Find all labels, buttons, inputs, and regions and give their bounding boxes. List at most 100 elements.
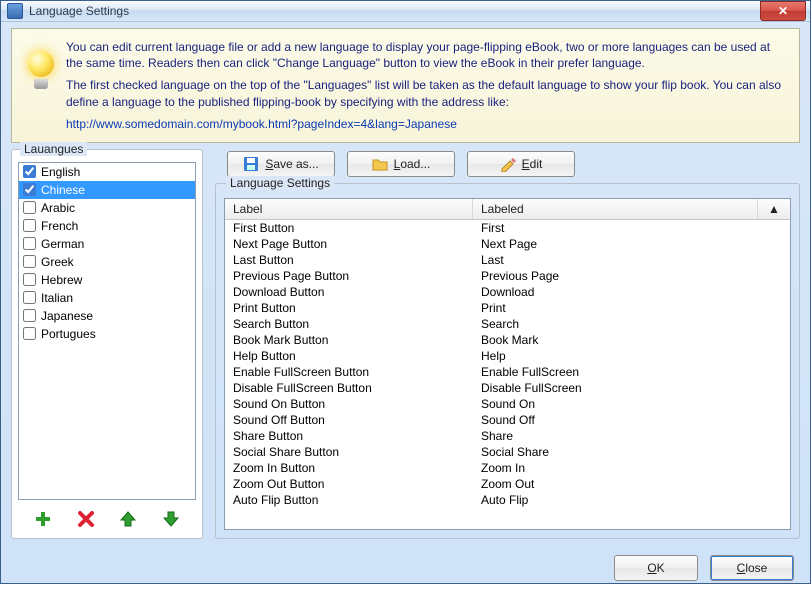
save-as-button[interactable]: Save as... bbox=[227, 151, 335, 177]
move-down-button[interactable] bbox=[159, 508, 183, 530]
save-as-label: Save as... bbox=[265, 157, 318, 171]
language-item[interactable]: French bbox=[19, 217, 195, 235]
languages-list[interactable]: English Chinese Arabic French German Greek Heb… bbox=[18, 162, 196, 500]
language-checkbox[interactable] bbox=[23, 327, 36, 340]
titlebar: Language Settings ✕ bbox=[1, 1, 810, 22]
language-item[interactable]: Hebrew bbox=[19, 271, 195, 289]
edit-button[interactable]: Edit bbox=[467, 151, 575, 177]
cell-labeled: Download bbox=[473, 284, 790, 300]
language-checkbox[interactable] bbox=[23, 273, 36, 286]
language-checkbox[interactable] bbox=[23, 309, 36, 322]
dialog-footer: OK Close bbox=[1, 547, 810, 589]
cell-label: First Button bbox=[225, 220, 473, 236]
help-paragraph-2: The first checked language on the top of… bbox=[66, 77, 783, 109]
table-row[interactable]: Auto Flip ButtonAuto Flip bbox=[225, 492, 790, 508]
cell-labeled: Previous Page bbox=[473, 268, 790, 284]
table-row[interactable]: Enable FullScreen ButtonEnable FullScree… bbox=[225, 364, 790, 380]
language-label: German bbox=[41, 237, 84, 251]
language-item[interactable]: Japanese bbox=[19, 307, 195, 325]
language-item[interactable]: Italian bbox=[19, 289, 195, 307]
cell-labeled: Print bbox=[473, 300, 790, 316]
folder-open-icon bbox=[372, 156, 388, 172]
language-checkbox[interactable] bbox=[23, 165, 36, 178]
column-scroll-hint: ▲ bbox=[758, 199, 790, 219]
cell-labeled: Auto Flip bbox=[473, 492, 790, 508]
add-language-button[interactable] bbox=[31, 508, 55, 530]
languages-toolbar bbox=[18, 502, 196, 532]
help-example-url[interactable]: http://www.somedomain.com/mybook.html?pa… bbox=[66, 117, 457, 131]
table-row[interactable]: Sound On ButtonSound On bbox=[225, 396, 790, 412]
cell-labeled: Help bbox=[473, 348, 790, 364]
window-close-button[interactable]: ✕ bbox=[760, 1, 806, 21]
cell-labeled: Share bbox=[473, 428, 790, 444]
language-label: Greek bbox=[41, 255, 74, 269]
cell-labeled: Next Page bbox=[473, 236, 790, 252]
language-checkbox[interactable] bbox=[23, 255, 36, 268]
languages-legend: Lauangues bbox=[20, 142, 87, 156]
language-item[interactable]: English bbox=[19, 163, 195, 181]
language-settings-window: Language Settings ✕ You can edit current… bbox=[0, 0, 811, 584]
table-row[interactable]: Download ButtonDownload bbox=[225, 284, 790, 300]
language-checkbox[interactable] bbox=[23, 183, 36, 196]
language-label: Hebrew bbox=[41, 273, 82, 287]
actions-toolbar: Save as... Load... Edit bbox=[227, 151, 800, 177]
load-label: Load... bbox=[394, 157, 431, 171]
move-up-button[interactable] bbox=[116, 508, 140, 530]
table-body[interactable]: First ButtonFirstNext Page ButtonNext Pa… bbox=[225, 220, 790, 529]
ok-button[interactable]: OK bbox=[614, 555, 698, 581]
language-item[interactable]: Arabic bbox=[19, 199, 195, 217]
cell-label: Sound On Button bbox=[225, 396, 473, 412]
language-label: Chinese bbox=[41, 183, 85, 197]
table-row[interactable]: Previous Page ButtonPrevious Page bbox=[225, 268, 790, 284]
cell-labeled: Enable FullScreen bbox=[473, 364, 790, 380]
table-row[interactable]: Search ButtonSearch bbox=[225, 316, 790, 332]
language-label: Arabic bbox=[41, 201, 75, 215]
table-row[interactable]: Zoom Out ButtonZoom Out bbox=[225, 476, 790, 492]
cell-label: Search Button bbox=[225, 316, 473, 332]
table-row[interactable]: Next Page ButtonNext Page bbox=[225, 236, 790, 252]
cell-labeled: Last bbox=[473, 252, 790, 268]
language-checkbox[interactable] bbox=[23, 201, 36, 214]
table-row[interactable]: Zoom In ButtonZoom In bbox=[225, 460, 790, 476]
cell-label: Social Share Button bbox=[225, 444, 473, 460]
column-labeled[interactable]: Labeled bbox=[473, 199, 758, 219]
cell-labeled: Sound Off bbox=[473, 412, 790, 428]
language-checkbox[interactable] bbox=[23, 291, 36, 304]
table-row[interactable]: Print ButtonPrint bbox=[225, 300, 790, 316]
table-row[interactable]: First ButtonFirst bbox=[225, 220, 790, 236]
help-box: You can edit current language file or ad… bbox=[11, 28, 800, 143]
cell-labeled: Search bbox=[473, 316, 790, 332]
table-row[interactable]: Help ButtonHelp bbox=[225, 348, 790, 364]
cell-label: Download Button bbox=[225, 284, 473, 300]
cell-label: Print Button bbox=[225, 300, 473, 316]
cell-label: Share Button bbox=[225, 428, 473, 444]
arrow-down-icon bbox=[162, 510, 180, 528]
language-label: Italian bbox=[41, 291, 73, 305]
cell-label: Auto Flip Button bbox=[225, 492, 473, 508]
delete-language-button[interactable] bbox=[74, 508, 98, 530]
language-item[interactable]: Portugues bbox=[19, 325, 195, 343]
delete-icon bbox=[77, 510, 95, 528]
language-checkbox[interactable] bbox=[23, 237, 36, 250]
language-item[interactable]: Greek bbox=[19, 253, 195, 271]
table-row[interactable]: Sound Off ButtonSound Off bbox=[225, 412, 790, 428]
settings-legend: Language Settings bbox=[226, 176, 334, 190]
language-item[interactable]: Chinese bbox=[19, 181, 195, 199]
help-paragraph-1: You can edit current language file or ad… bbox=[66, 39, 783, 71]
close-button[interactable]: Close bbox=[710, 555, 794, 581]
close-label: Close bbox=[737, 561, 768, 575]
table-row[interactable]: Disable FullScreen ButtonDisable FullScr… bbox=[225, 380, 790, 396]
language-label: Japanese bbox=[41, 309, 93, 323]
column-label[interactable]: Label bbox=[225, 199, 473, 219]
load-button[interactable]: Load... bbox=[347, 151, 455, 177]
table-row[interactable]: Last ButtonLast bbox=[225, 252, 790, 268]
language-item[interactable]: German bbox=[19, 235, 195, 253]
language-checkbox[interactable] bbox=[23, 219, 36, 232]
table-row[interactable]: Book Mark ButtonBook Mark bbox=[225, 332, 790, 348]
table-row[interactable]: Share ButtonShare bbox=[225, 428, 790, 444]
language-settings-group: Language Settings Label Labeled ▲ First … bbox=[215, 183, 800, 539]
app-icon bbox=[7, 3, 23, 19]
cell-labeled: Disable FullScreen bbox=[473, 380, 790, 396]
ok-label: OK bbox=[647, 561, 664, 575]
table-row[interactable]: Social Share ButtonSocial Share bbox=[225, 444, 790, 460]
